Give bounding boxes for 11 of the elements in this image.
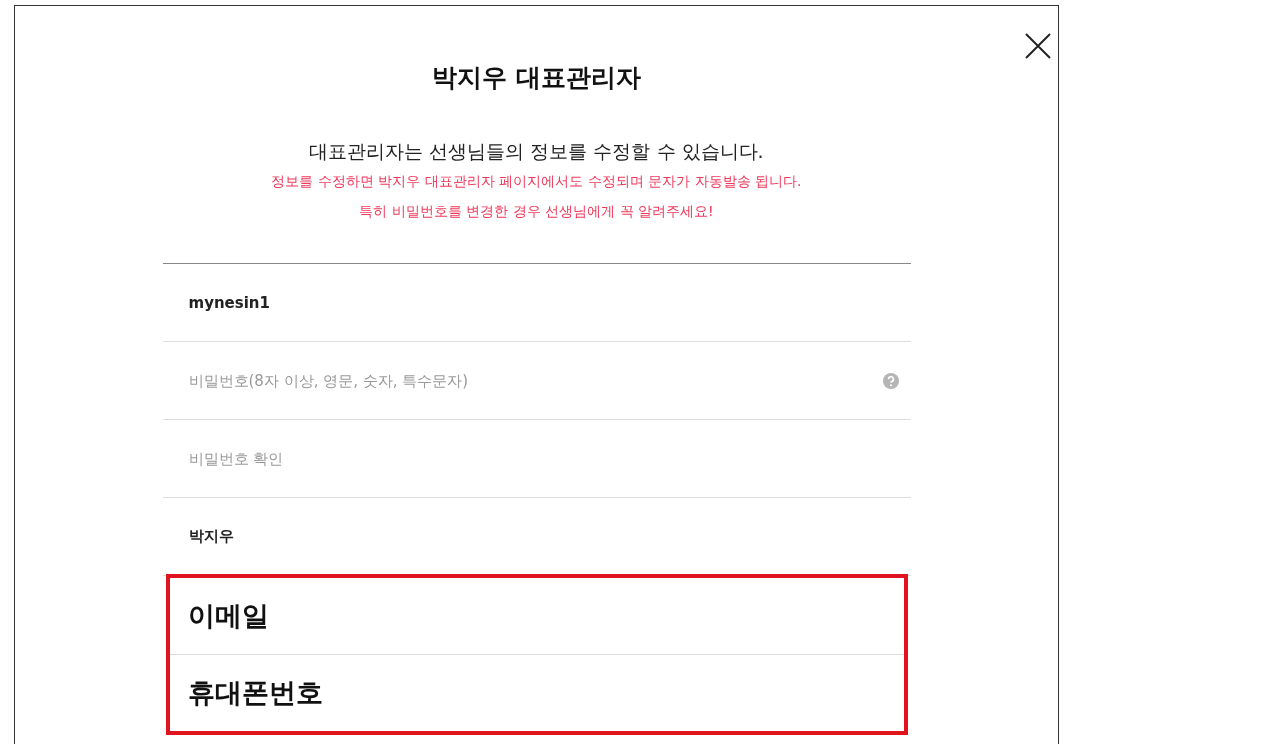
input-field[interactable]: 박지우 <box>188 523 899 550</box>
input-field[interactable]: 비밀번호(8자 이상, 영문, 숫자, 특수문자) <box>188 367 883 394</box>
warning-text: 특히 비밀번호를 변경한 경우 선생님에게 꼭 알려주세요! <box>358 202 715 221</box>
field-label: 휴대폰번호 <box>187 676 323 710</box>
dialog-title: 박지우 대표관리자 <box>431 63 642 93</box>
warning-text: 정보를 수정하면 박지우 대표관리자 페이지에서도 수정되며 문자가 자동발송 됩니다. <box>270 172 803 191</box>
close-icon[interactable] <box>1024 32 1052 60</box>
input-field[interactable]: 비밀번호 확인 <box>188 445 899 472</box>
field-label: 이메일 <box>187 599 269 633</box>
description-text: 대표관리자는 선생님들의 정보를 수정할 수 있습니다. <box>308 139 765 163</box>
input-field[interactable]: mynesin1 <box>188 289 899 316</box>
